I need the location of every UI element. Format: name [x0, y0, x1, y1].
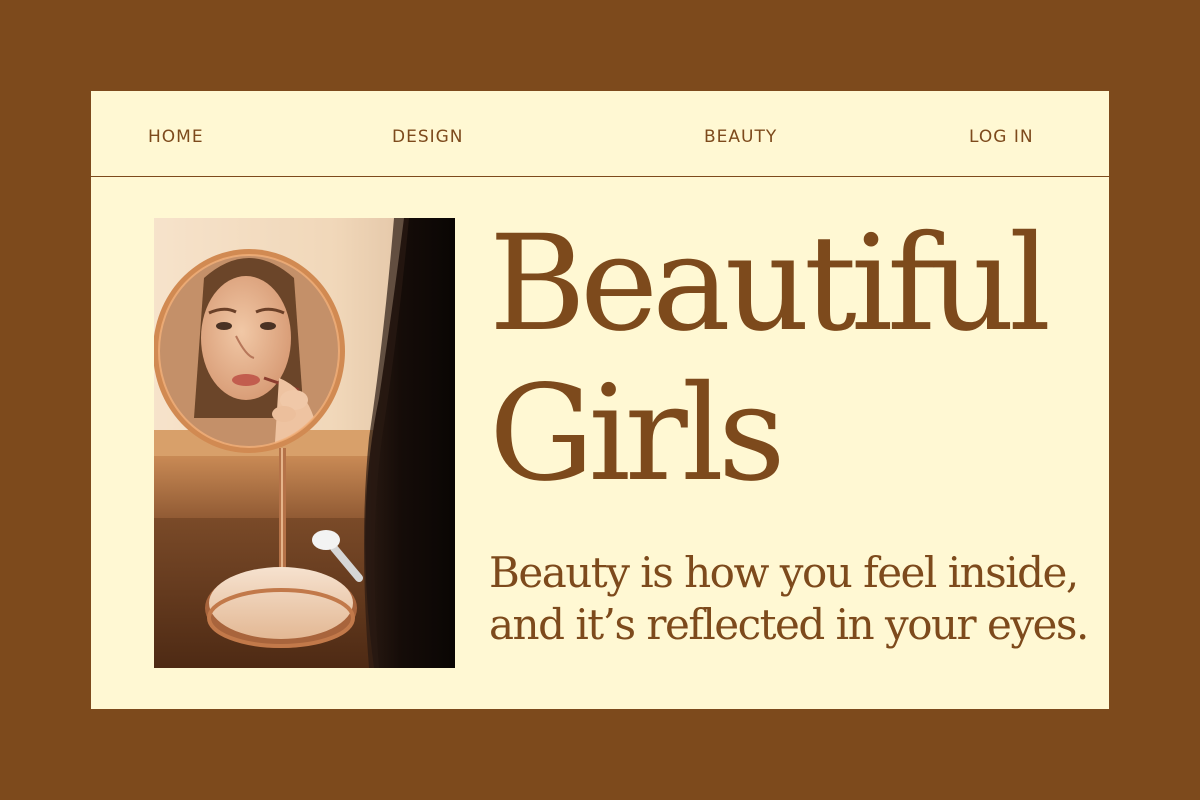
hero-tagline-line2: and it’s reflected in your eyes.	[489, 600, 1089, 649]
hero-photo	[154, 218, 455, 668]
hero-tagline-line1: Beauty is how you feel inside,	[489, 548, 1079, 597]
nav-link-home[interactable]: HOME	[148, 127, 204, 147]
nav-link-beauty[interactable]: BEAUTY	[704, 127, 777, 147]
hero-panel: HOME DESIGN BEAUTY LOG IN Beautiful Girl…	[91, 91, 1109, 709]
top-nav: HOME DESIGN BEAUTY LOG IN	[91, 91, 1109, 177]
hero-title-line2: Girls	[489, 357, 786, 511]
nav-link-design[interactable]: DESIGN	[392, 127, 464, 147]
hero-title: Beautiful Girls	[489, 207, 1051, 511]
nav-link-login[interactable]: LOG IN	[969, 127, 1034, 147]
hero-tagline: Beauty is how you feel inside, and it’s …	[489, 547, 1089, 651]
hero-title-line1: Beautiful	[489, 207, 1051, 361]
